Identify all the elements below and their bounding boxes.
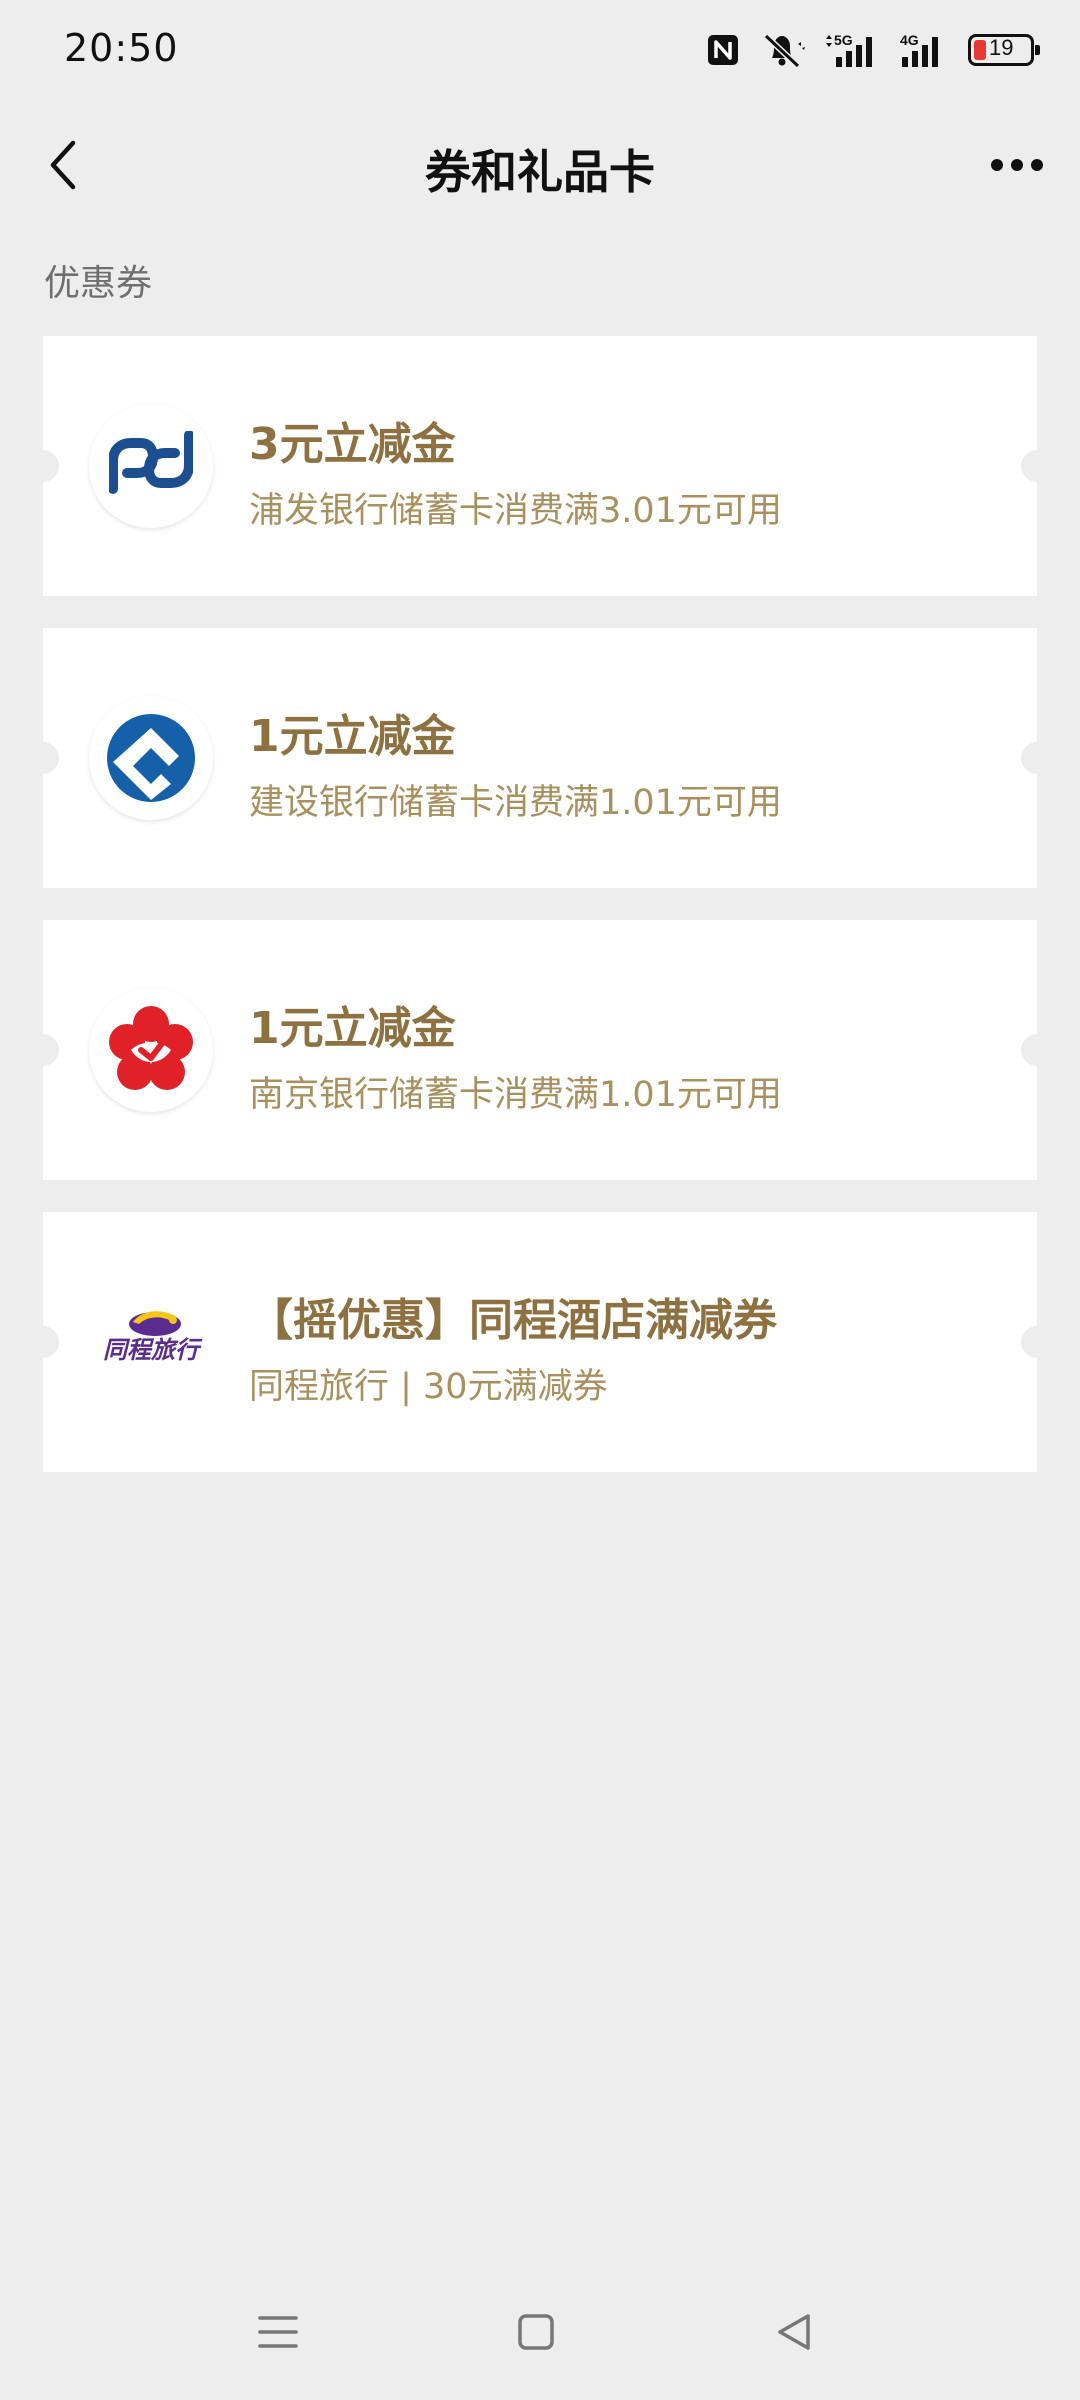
status-time: 20:50: [64, 26, 179, 70]
tongcheng-logo-icon: 同程旅行: [89, 1280, 213, 1404]
system-nav-bar: [0, 2282, 1080, 2382]
mute-bell-icon: [758, 30, 806, 70]
ticket-notch: [27, 1326, 59, 1358]
triangle-back-icon: [778, 2314, 810, 2350]
square-icon: [518, 2314, 554, 2350]
coupon-title: 1元立减金: [249, 711, 456, 762]
more-dots-icon: [991, 159, 1043, 171]
coupon-title: 1元立减金: [249, 1003, 456, 1054]
coupon-desc: 建设银行储蓄卡消费满1.01元可用: [249, 783, 782, 823]
svg-text:同程旅行: 同程旅行: [103, 1336, 203, 1364]
coupon-title: 3元立减金: [249, 419, 456, 470]
coupon-card[interactable]: 1元立减金 建设银行储蓄卡消费满1.01元可用: [27, 628, 1053, 888]
ccb-logo-icon: [89, 696, 213, 820]
ticket-notch: [27, 742, 59, 774]
ticket-notch: [27, 1034, 59, 1066]
coupon-card[interactable]: 同程旅行 【摇优惠】同程酒店满减券 同程旅行 | 30元满减券: [27, 1212, 1053, 1472]
section-label: 优惠券: [44, 263, 153, 304]
more-button[interactable]: [980, 128, 1054, 202]
signal-4g-icon: 4G: [898, 31, 950, 69]
menu-lines-icon: [258, 2316, 298, 2348]
bank-of-nanjing-logo-icon: [89, 988, 213, 1112]
coupon-desc: 浦发银行储蓄卡消费满3.01元可用: [249, 491, 782, 531]
spdb-logo-icon: [89, 404, 213, 528]
recent-apps-button[interactable]: [248, 2302, 308, 2362]
back-nav-button[interactable]: [764, 2302, 824, 2362]
ticket-notch: [27, 450, 59, 482]
screen: 20:50 5G 4G 19 券和礼品卡 优惠券 3元立减金 浦发银行储蓄卡消费…: [0, 0, 1080, 2400]
status-icons: 5G 4G 19: [706, 30, 1040, 70]
nav-bar: 券和礼品卡: [0, 100, 1080, 230]
coupon-desc: 南京银行储蓄卡消费满1.01元可用: [249, 1075, 782, 1115]
svg-text:5G: 5G: [834, 32, 853, 48]
ticket-notch: [1021, 1326, 1053, 1358]
ticket-notch: [1021, 1034, 1053, 1066]
ticket-notch: [1021, 742, 1053, 774]
ticket-notch: [1021, 450, 1053, 482]
coupon-desc: 同程旅行 | 30元满减券: [249, 1367, 608, 1407]
page-title: 券和礼品卡: [425, 145, 655, 199]
coupon-title: 【摇优惠】同程酒店满减券: [249, 1295, 777, 1346]
home-button[interactable]: [506, 2302, 566, 2362]
svg-text:4G: 4G: [900, 32, 919, 48]
coupon-card[interactable]: 3元立减金 浦发银行储蓄卡消费满3.01元可用: [27, 336, 1053, 596]
signal-5g-icon: 5G: [824, 31, 880, 69]
battery-icon: 19: [968, 34, 1040, 66]
status-bar: 20:50 5G 4G 19: [0, 0, 1080, 100]
nfc-icon: [706, 33, 740, 67]
coupon-list: 3元立减金 浦发银行储蓄卡消费满3.01元可用 1元立减金 建设银行储蓄卡消费满…: [27, 336, 1053, 1504]
coupon-card[interactable]: 1元立减金 南京银行储蓄卡消费满1.01元可用: [27, 920, 1053, 1180]
battery-level: 19: [989, 35, 1014, 60]
battery-fill: [974, 40, 986, 60]
